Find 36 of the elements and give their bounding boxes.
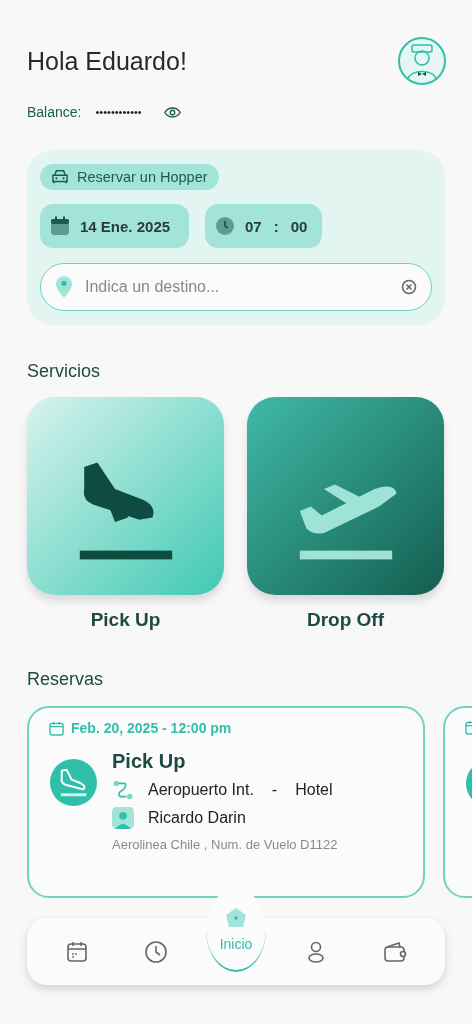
date-picker[interactable]: 14 Ene. 2025 [40, 204, 189, 248]
reservation-date: Feb. 20, 2025 - 12:00 pm [71, 720, 232, 736]
home-icon [224, 905, 248, 930]
car-icon [51, 169, 69, 185]
calendar-icon [49, 720, 64, 736]
calendar-icon [64, 939, 89, 964]
service-tile[interactable] [27, 397, 224, 595]
balance-label: Balance: [27, 104, 82, 120]
route-origin: Aeropuerto Int. [148, 781, 254, 799]
calendar-icon [50, 216, 70, 236]
clear-icon[interactable] [401, 279, 417, 295]
route-destination: Hotel [295, 781, 333, 799]
balance-value: •••••••••••• [95, 106, 142, 118]
time-picker[interactable]: 07 : 00 [205, 204, 322, 248]
reservation-title: Pick Up [112, 750, 187, 773]
plane-landing-icon [49, 758, 98, 807]
service-tile[interactable] [247, 397, 444, 595]
service-label: Drop Off [306, 609, 384, 631]
driver-name: Ricardo Darin [148, 809, 246, 827]
clock-icon [144, 939, 169, 964]
section-title: Servicios [27, 361, 102, 382]
eye-icon[interactable] [163, 105, 181, 119]
reservation-card[interactable]: Feb. 20, 2025 - 12:00 pm Pick Up Aeropuerto Int. - Hotel Ricardo Darin Aerolinea Chile , Num. de Vuelo D1122 [27, 706, 425, 898]
section-title: Reservas [27, 669, 105, 690]
location-pin-icon [55, 275, 73, 299]
flight-details: Aerolinea Chile , Num. de Vuelo D1122 [112, 837, 338, 852]
greeting-title: Hola Eduardo! [27, 46, 187, 76]
route-icon [112, 779, 134, 801]
route-dash: - [271, 781, 278, 799]
service-label: Pick Up [90, 609, 161, 631]
person-icon [112, 807, 134, 829]
destination-bar[interactable]: Indica un destino... [40, 263, 432, 311]
clock-icon [215, 216, 235, 236]
wallet-icon [383, 939, 408, 964]
book-hopper-button[interactable]: Reservar un Hopper [40, 164, 219, 190]
destination-field[interactable]: Indica un destino... [83, 277, 391, 297]
